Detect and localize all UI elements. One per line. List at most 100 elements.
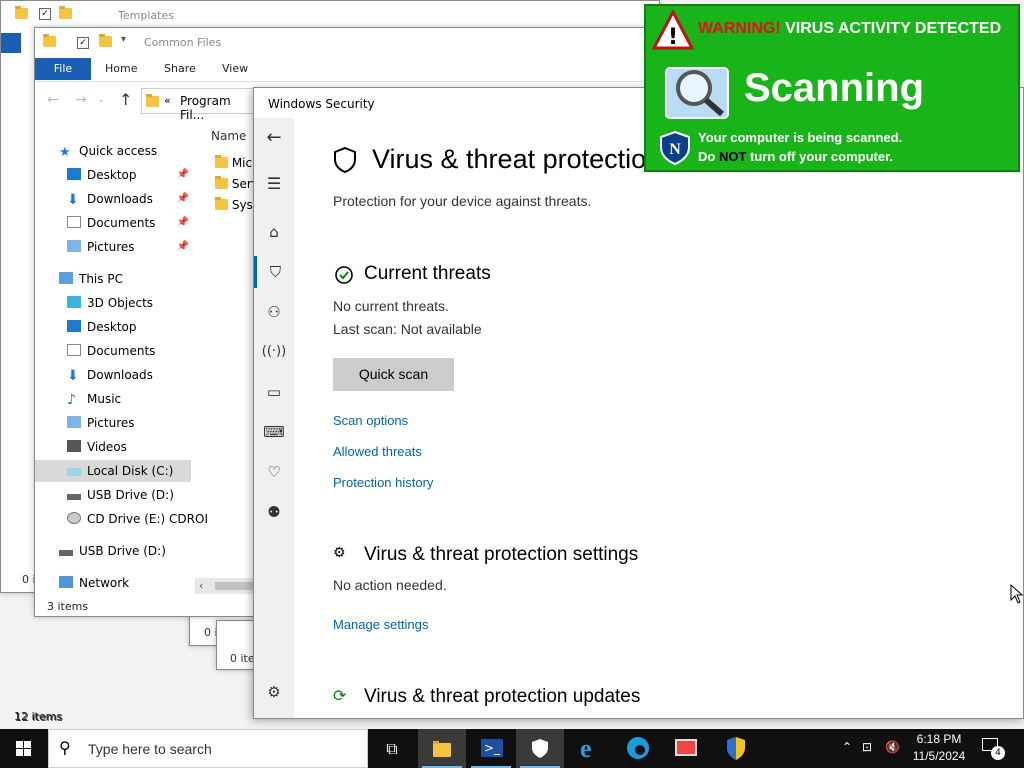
taskbar-search-box[interactable]: ⚲ Type here to search: [48, 729, 368, 768]
windows-security-window[interactable]: Windows Security ← ☰ ⌂ ⛉ ⚇ ((·)) ▭ ⌨ ♡ ⚉…: [253, 87, 1024, 719]
volume-muted-icon[interactable]: 🔇: [885, 740, 900, 754]
nav-item-local-disk[interactable]: Local Disk (C:): [35, 460, 191, 482]
nav-item-videos[interactable]: Videos: [67, 436, 127, 458]
shield-icon[interactable]: ⛉: [254, 256, 294, 288]
nav-item-desktop-pinned[interactable]: Desktop 📌: [67, 164, 191, 186]
network-antenna-icon[interactable]: ((·)): [254, 336, 294, 368]
start-button[interactable]: [0, 729, 48, 768]
computer-icon: [59, 272, 73, 284]
back-arrow-icon[interactable]: ←: [254, 122, 294, 154]
nav-item-usb-drive[interactable]: USB Drive (D:): [67, 484, 174, 506]
virus-alert-popup[interactable]: ! WARNING! VIRUS ACTIVITY DETECTED Scann…: [644, 4, 1020, 172]
address-bar[interactable]: « Program Fil...: [141, 88, 257, 122]
protection-history-link[interactable]: Protection history: [333, 475, 433, 490]
powershell-icon[interactable]: >_: [467, 729, 515, 768]
nav-item-usb-drive-2[interactable]: USB Drive (D:): [59, 540, 166, 562]
usb-icon: [59, 550, 73, 556]
desktop-icon: [67, 320, 81, 332]
scan-options-link[interactable]: Scan options: [333, 413, 408, 428]
hamburger-menu-icon[interactable]: ☰: [254, 168, 294, 200]
alert-line-1: Your computer is being scanned.: [698, 130, 903, 145]
settings-gear-icon: ⚙: [333, 545, 346, 561]
alert-line-2: Do NOT turn off your computer.: [698, 149, 894, 164]
threats-status: No current threats.: [333, 298, 449, 314]
document-icon: [67, 344, 81, 356]
file-item[interactable]: Mic: [215, 155, 252, 170]
nav-item-downloads[interactable]: ⬇ Downloads: [67, 364, 153, 386]
last-scan-text: Last scan: Not available: [333, 321, 482, 337]
dropdown-icon[interactable]: ▾: [121, 34, 126, 45]
nav-item-documents-pinned[interactable]: Documents 📌: [67, 212, 191, 234]
breadcrumb-separator: «: [164, 94, 171, 107]
edge-browser-icon[interactable]: [614, 729, 662, 768]
ribbon-view-tab[interactable]: View: [222, 58, 248, 80]
forward-arrow-icon[interactable]: →: [75, 92, 87, 108]
column-header-name[interactable]: Name: [211, 129, 246, 143]
back-arrow-icon[interactable]: ←: [47, 92, 59, 108]
ribbon-file-tab[interactable]: [1, 33, 21, 53]
chevron-up-icon[interactable]: ⌃: [842, 740, 852, 754]
pin-icon: 📌: [176, 169, 189, 180]
address-text: Program Fil...: [180, 94, 231, 122]
file-item[interactable]: Syst: [215, 197, 258, 212]
alert-header: WARNING! VIRUS ACTIVITY DETECTED: [698, 20, 1002, 37]
nav-item-cd-drive[interactable]: CD Drive (E:) CDROI: [67, 508, 208, 530]
cube-icon: [67, 296, 81, 308]
document-icon: [67, 216, 81, 228]
nav-item-downloads-pinned[interactable]: ⬇ Downloads 📌: [67, 188, 191, 210]
network-status-icon[interactable]: ⊡: [862, 740, 872, 754]
nav-item-3d-objects[interactable]: 3D Objects: [67, 292, 153, 314]
ribbon-file-tab[interactable]: File: [35, 58, 91, 80]
notification-center-icon[interactable]: 4: [982, 738, 1005, 760]
magnifier-folder-icon: [662, 60, 732, 120]
status-text: 0 ite: [230, 652, 255, 665]
manage-settings-link[interactable]: Manage settings: [333, 617, 428, 632]
task-view-icon[interactable]: ⧉: [368, 729, 416, 768]
allowed-threats-link[interactable]: Allowed threats: [333, 444, 422, 459]
nav-item-pictures-pinned[interactable]: Pictures 📌: [67, 236, 191, 258]
clock-date[interactable]: 11/5/2024: [910, 749, 968, 763]
account-icon[interactable]: ⚇: [254, 296, 294, 328]
cd-icon: [67, 512, 81, 524]
family-icon[interactable]: ⚉: [254, 496, 294, 528]
ribbon-home-tab[interactable]: Home: [105, 58, 137, 80]
chevron-left-icon[interactable]: ‹: [199, 579, 203, 592]
download-icon: ⬇: [67, 192, 79, 208]
nav-item-quick-access[interactable]: ★ Quick access: [59, 140, 157, 162]
nav-item-music[interactable]: ♪ Music: [67, 388, 121, 410]
checkbox-icon: ✓: [39, 5, 51, 20]
quick-scan-button[interactable]: Quick scan: [333, 358, 454, 391]
internet-explorer-icon[interactable]: e: [566, 729, 614, 768]
heart-icon[interactable]: ♡: [254, 456, 294, 488]
notification-count-badge: 4: [991, 746, 1005, 760]
scrollbar-thumb[interactable]: [215, 582, 255, 590]
laptop-icon[interactable]: ⌨: [254, 416, 294, 448]
nav-item-network[interactable]: Network: [59, 572, 129, 594]
windows-security-taskbar-icon[interactable]: [516, 729, 564, 768]
up-arrow-icon[interactable]: ↑: [119, 90, 132, 109]
shield-icon: [332, 146, 360, 174]
ribbon: File Home Share View: [35, 58, 659, 80]
protection-updates-heading: Virus & threat protection updates: [364, 686, 641, 707]
nav-item-pictures[interactable]: Pictures: [67, 412, 135, 434]
mouse-cursor: [1010, 583, 1024, 604]
nav-item-desktop[interactable]: Desktop: [67, 316, 137, 338]
chevron-down-icon[interactable]: ⌄: [97, 94, 105, 105]
clock-time[interactable]: 6:18 PM: [912, 732, 966, 746]
navigation-pane: ★ Quick access Desktop 📌 ⬇ Downloads 📌 Docum…: [35, 140, 208, 600]
horizontal-scrollbar[interactable]: ‹: [195, 578, 255, 594]
app-monitor-icon[interactable]: [662, 729, 710, 768]
ribbon-share-tab[interactable]: Share: [164, 58, 196, 80]
nav-item-this-pc[interactable]: This PC: [59, 268, 123, 290]
folder-icon: [146, 94, 159, 109]
nav-item-documents[interactable]: Documents: [67, 340, 155, 362]
window-title: Common Files: [144, 36, 222, 49]
app-browser-icon[interactable]: ▭: [254, 376, 294, 408]
pin-icon: 📌: [176, 241, 189, 252]
file-explorer-taskbar-icon[interactable]: [418, 729, 466, 768]
folder-icon: [99, 34, 112, 49]
window-title: Templates: [118, 9, 174, 22]
home-icon[interactable]: ⌂: [254, 216, 294, 248]
shield-admin-icon[interactable]: [712, 729, 760, 768]
gear-icon[interactable]: ⚙: [254, 676, 294, 708]
